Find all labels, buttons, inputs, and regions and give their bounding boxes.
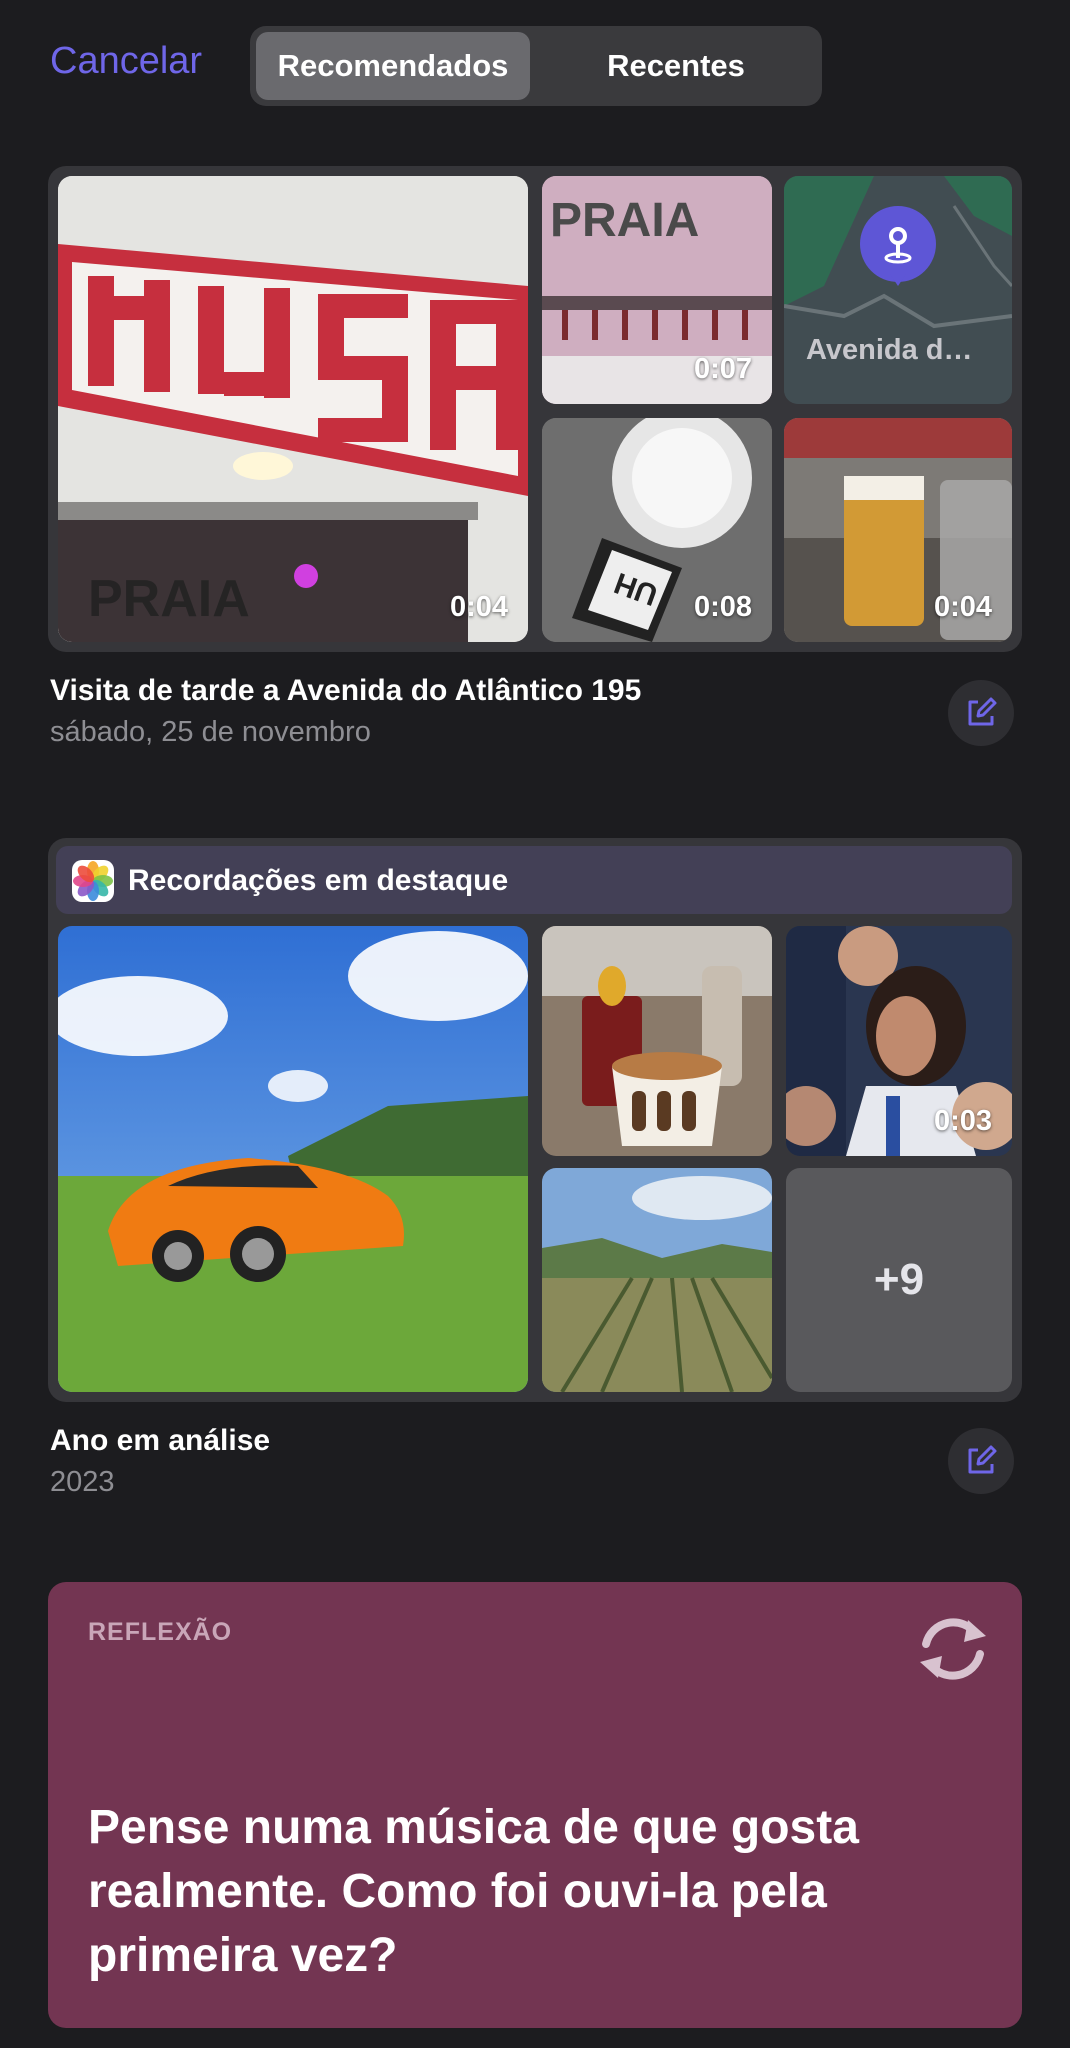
map-location-label: Avenida d… xyxy=(806,334,973,366)
video-duration: 0:07 xyxy=(693,353,752,385)
video-duration: 0:03 xyxy=(933,1105,992,1137)
visit-title: Visita de tarde a Avenida do Atlântico 1… xyxy=(50,674,642,707)
svg-text:PRAIA: PRAIA xyxy=(88,570,250,628)
video-duration: 0:08 xyxy=(693,591,752,623)
cancel-button[interactable]: Cancelar xyxy=(50,40,202,83)
tab-recentes[interactable]: Recentes xyxy=(536,32,816,100)
photo-tile-vineyard[interactable] xyxy=(542,1168,772,1392)
edit-highlights-button[interactable] xyxy=(948,1428,1014,1494)
car-photo-image xyxy=(58,926,528,1392)
reflection-card[interactable]: REFLEXÃO Pense numa música de que gosta … xyxy=(48,1582,1022,2028)
segmented-control: Recomendados Recentes xyxy=(250,26,822,106)
highlights-title: Ano em análise xyxy=(50,1424,271,1457)
refresh-icon[interactable] xyxy=(908,1604,998,1694)
compose-icon xyxy=(968,697,997,726)
video-tile-beer-top[interactable]: UH 0:08 xyxy=(542,418,772,642)
svg-text:PRAIA: PRAIA xyxy=(550,194,699,247)
photo-tile-drinks[interactable] xyxy=(542,926,772,1156)
visit-date: sábado, 25 de novembro xyxy=(50,716,371,748)
visit-suggestion-card[interactable]: PRAIA 0:04 PRAIA 0:07 Avenida d… UH 0:08… xyxy=(48,166,1022,652)
more-photos-count: +9 xyxy=(873,1255,925,1304)
edit-visit-button[interactable] xyxy=(948,680,1014,746)
reflection-prompt: Pense numa música de que gosta realmente… xyxy=(88,1801,859,1982)
video-tile-praia[interactable]: PRAIA 0:07 xyxy=(542,176,772,404)
highlights-year: 2023 xyxy=(50,1466,115,1498)
compose-icon xyxy=(968,1445,997,1474)
musa-photo-image: PRAIA xyxy=(58,176,528,642)
map-pin-icon xyxy=(860,206,936,286)
video-tile-crowd[interactable]: 0:03 xyxy=(786,926,1012,1156)
vineyard-photo-image xyxy=(542,1168,772,1392)
video-duration: 0:04 xyxy=(449,591,508,623)
tab-recomendados[interactable]: Recomendados xyxy=(256,32,530,100)
photos-app-icon xyxy=(72,860,114,902)
reflection-label: REFLEXÃO xyxy=(88,1618,233,1646)
highlights-header-label: Recordações em destaque xyxy=(128,864,509,897)
photo-tile-car[interactable] xyxy=(58,926,528,1392)
map-tile[interactable]: Avenida d… xyxy=(784,176,1012,404)
video-tile-beer-glasses[interactable]: 0:04 xyxy=(784,418,1012,642)
more-photos-tile[interactable]: +9 xyxy=(786,1168,1012,1392)
drinks-photo-image xyxy=(542,926,772,1156)
video-duration: 0:04 xyxy=(933,591,992,623)
photo-tile-musa[interactable]: PRAIA 0:04 xyxy=(58,176,528,642)
highlights-header: Recordações em destaque xyxy=(56,846,1012,914)
